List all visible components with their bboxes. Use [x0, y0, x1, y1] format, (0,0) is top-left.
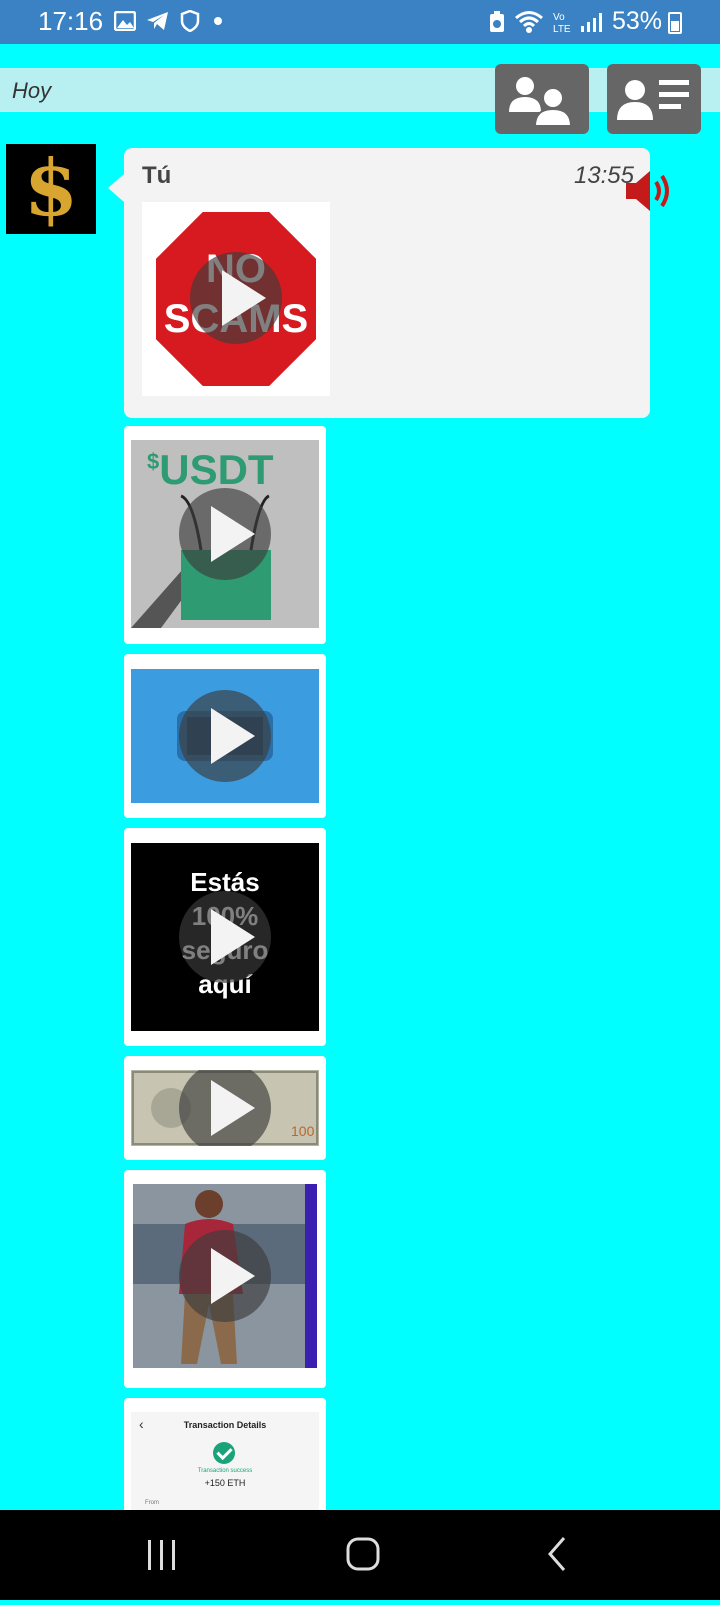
message-bubble: Tú 13:55 NO SCAMS — [108, 148, 650, 418]
status-time: 17:16 — [38, 6, 104, 36]
svg-text:Vo: Vo — [553, 12, 565, 23]
media-card-transaction[interactable]: ‹ Transaction Details Transaction succes… — [124, 1398, 326, 1518]
recent-apps-button[interactable] — [102, 1510, 222, 1600]
media-thumbnail-photo[interactable] — [133, 1184, 317, 1368]
transaction-from-label: From — [145, 1500, 159, 1506]
media-thumbnail-transaction[interactable]: ‹ Transaction Details Transaction succes… — [131, 1412, 319, 1518]
status-bar: 17:16 Vo LTE 53% — [0, 0, 720, 44]
svg-text:LTE: LTE — [553, 24, 571, 34]
media-card-phone[interactable] — [124, 654, 326, 818]
back-button[interactable] — [502, 1510, 622, 1600]
sender-avatar[interactable]: $ — [6, 144, 96, 234]
dot-icon — [214, 17, 222, 25]
media-thumbnail-banknote[interactable]: 100 — [131, 1070, 319, 1146]
media-card-banknote[interactable]: 100 — [124, 1056, 326, 1160]
play-icon[interactable] — [179, 1230, 271, 1322]
day-label: Hoy — [12, 78, 52, 103]
transaction-amount: +150 ETH — [204, 1478, 246, 1488]
group-icon — [509, 77, 573, 127]
telegram-icon — [147, 12, 168, 30]
media-card-usdt[interactable]: $USDT — [124, 426, 326, 644]
media-card-safe[interactable]: Estás 100% seguro aquí — [124, 828, 326, 1046]
group-members-button[interactable] — [495, 64, 589, 134]
battery-saver-icon — [490, 11, 504, 32]
media-thumbnail-safe[interactable]: Estás 100% seguro aquí — [131, 843, 319, 1031]
media-thumbnail-phone[interactable] — [131, 669, 319, 803]
system-icons: Vo LTE — [488, 10, 602, 34]
transaction-status: Transaction success — [197, 1468, 253, 1474]
play-icon[interactable] — [179, 1070, 271, 1146]
media-thumbnail-usdt[interactable]: $USDT — [131, 440, 319, 628]
gallery-icon — [114, 11, 136, 31]
shield-icon — [180, 10, 200, 32]
signal-icon — [581, 13, 602, 32]
home-icon — [346, 1537, 380, 1571]
recent-apps-icon — [148, 1540, 175, 1570]
speaker-icon[interactable] — [624, 168, 674, 214]
play-icon[interactable] — [190, 252, 282, 344]
media-card-photo[interactable] — [124, 1170, 326, 1388]
success-check-icon — [213, 1442, 235, 1464]
media-thumbnail-no-scams[interactable]: NO SCAMS — [142, 202, 330, 396]
dollar-icon: $ — [23, 143, 79, 234]
battery-icon — [668, 12, 682, 34]
notification-icons — [114, 10, 226, 32]
back-icon — [548, 1537, 566, 1571]
wifi-icon — [515, 11, 543, 33]
message-sender: Tú — [142, 162, 172, 189]
transaction-title: Transaction Details — [183, 1420, 267, 1430]
contact-list-icon — [617, 80, 689, 120]
system-nav-bar — [0, 1510, 720, 1600]
play-icon[interactable] — [179, 690, 271, 782]
battery-percent: 53% — [611, 7, 662, 35]
svg-text:100: 100 — [291, 1123, 315, 1139]
play-icon[interactable] — [179, 891, 271, 983]
play-icon[interactable] — [179, 488, 271, 580]
home-button[interactable] — [302, 1510, 422, 1600]
volte-icon: Vo LTE — [553, 12, 571, 34]
contact-info-button[interactable] — [607, 64, 701, 134]
